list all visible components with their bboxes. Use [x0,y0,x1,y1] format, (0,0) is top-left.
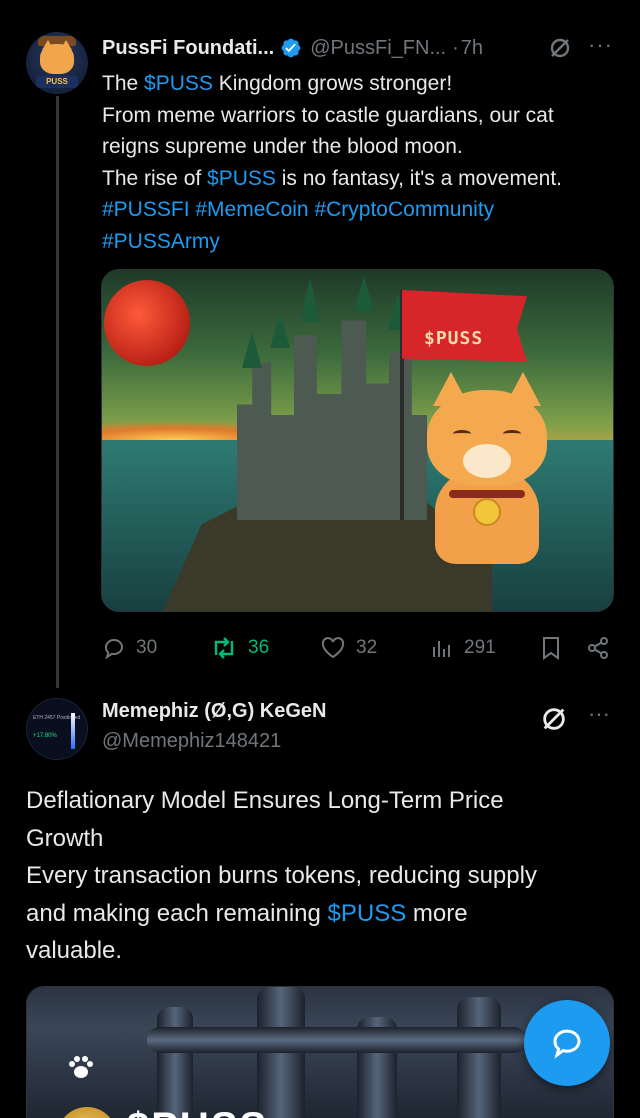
text-line: valuable. [26,932,616,970]
text-segment: reigns supreme under the blood moon. [102,135,463,158]
text-segment: Kingdom grows stronger! [212,72,453,95]
avatar-bar [71,713,75,749]
pipe [157,1007,193,1118]
text-line: Every transaction burns tokens, reducing… [26,857,616,895]
text-segment: more [406,899,468,927]
tweet-actions: 30 36 32 291 [102,630,622,666]
pipe-horizontal [147,1027,527,1053]
text-segment: Deflationary Model Ensures Long-Term Pri… [26,787,504,814]
text-line: #PUSSFI #MemeCoin #CryptoCommunity [102,194,622,226]
text-segment: From meme warriors to castle guardians, … [102,103,554,127]
tweet-text: Deflationary Model Ensures Long-Term Pri… [26,782,616,970]
cashtag-link[interactable]: $PUSS [144,72,213,95]
avatar-cat [40,44,74,74]
text-line: Growth [26,820,616,858]
like-icon [321,637,345,659]
tweet-1[interactable]: PUSS PussFi Foundati... @PussFi_FN... · … [0,0,640,690]
reply-button[interactable]: 30 [102,630,157,666]
avatar[interactable]: ETH 2457 Positioned +17.80% [26,698,88,760]
cashtag-link[interactable]: $PUSS [328,900,407,927]
reply-count: 30 [136,637,158,658]
text-line: and making each remaining $PUSS more [26,895,616,933]
text-segment: is no fantasy, it's a movement. [275,166,562,190]
text-segment: The rise of [102,166,208,190]
grok-icon[interactable] [548,36,572,60]
coin [57,1107,117,1118]
cat-muzzle [463,444,511,478]
like-count: 32 [356,637,378,658]
text-segment: The [102,72,145,95]
tweet-header: PussFi Foundati... @PussFi_FN... · 7h [102,30,622,66]
author-name[interactable]: PussFi Foundati... [102,37,274,60]
text-line: reigns supreme under the blood moon. [102,131,622,163]
more-icon[interactable]: ··· [588,34,614,57]
share-icon[interactable] [586,636,610,660]
avatar[interactable]: PUSS [26,32,88,94]
repost-icon [214,637,234,659]
flag-text: $PUSS [424,328,484,349]
tweet-text: The $PUSS Kingdom grows stronger! From me… [102,68,622,257]
separator: · [452,36,459,59]
text-line: The rise of $PUSS is no fantasy, it's a … [102,163,622,195]
hashtag-link[interactable]: #CryptoCommunity [314,198,494,221]
text-segment: and making each remaining [26,899,328,927]
avatar-label: PUSS [36,76,78,88]
text-line: #PUSSArmy [102,226,622,258]
paw-icon [69,1056,93,1078]
text-line: From meme warriors to castle guardians, … [102,100,622,132]
bookmark-icon[interactable] [540,636,562,660]
castle-spire [300,278,320,322]
hashtag-link[interactable]: #PUSSFI [102,198,190,221]
castle-spire [242,332,262,368]
text-line: Deflationary Model Ensures Long-Term Pri… [26,782,616,820]
author-name[interactable]: Memephiz (Ø,G) KeGeN [102,700,326,723]
cat-eye [453,430,471,438]
text-segment: Growth [26,824,104,852]
views-icon [433,641,450,657]
author-handle[interactable]: @Memephiz148421 [102,730,281,753]
castle-spire [354,276,374,312]
blood-moon [104,280,190,366]
avatar-percent: +17.80% [33,733,57,739]
compose-button[interactable] [524,1000,610,1086]
author-handle[interactable]: @PussFi_FN... [310,37,446,60]
cashtag-link[interactable]: $PUSS [207,167,276,190]
pipe [457,997,501,1118]
views-count: 291 [464,637,496,658]
hashtag-link[interactable]: #PUSSArmy [102,230,220,253]
thread-line [56,96,59,688]
like-button[interactable]: 32 [320,630,377,666]
timestamp[interactable]: 7h [461,37,483,60]
verified-badge-icon[interactable] [280,37,302,59]
repost-count: 36 [248,637,270,658]
castle [237,320,427,520]
media-title: $PUSS [127,1105,268,1118]
castle-spire [270,312,290,348]
repost-button[interactable]: 36 [210,630,269,666]
views-button[interactable]: 291 [430,630,496,666]
hashtag-link[interactable]: #MemeCoin [195,198,308,221]
cat-collar [449,490,525,498]
more-icon[interactable]: ··· [588,703,614,726]
cat-coin [473,498,501,526]
text-line: The $PUSS Kingdom grows stronger! [102,68,622,100]
reply-icon [104,639,123,660]
tweet-media-image[interactable]: $PUSS [101,269,614,612]
compose-icon [553,1029,581,1059]
text-segment: Every transaction burns tokens, reducing… [26,862,537,889]
cat-mascot [427,372,547,564]
grok-icon[interactable] [540,705,568,733]
cat-eye [503,430,521,438]
text-segment: valuable. [26,937,123,964]
